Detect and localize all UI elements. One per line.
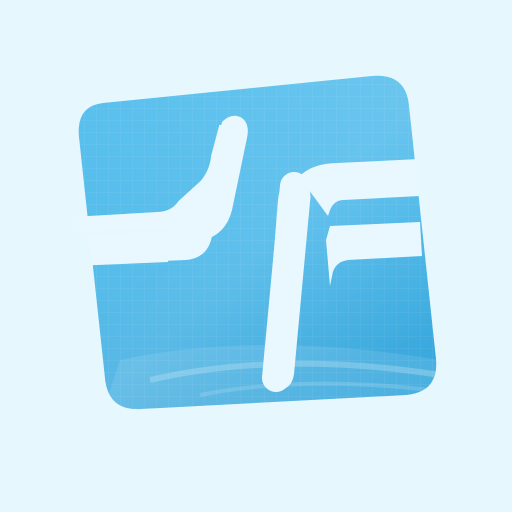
app-logo-icon (71, 75, 437, 410)
